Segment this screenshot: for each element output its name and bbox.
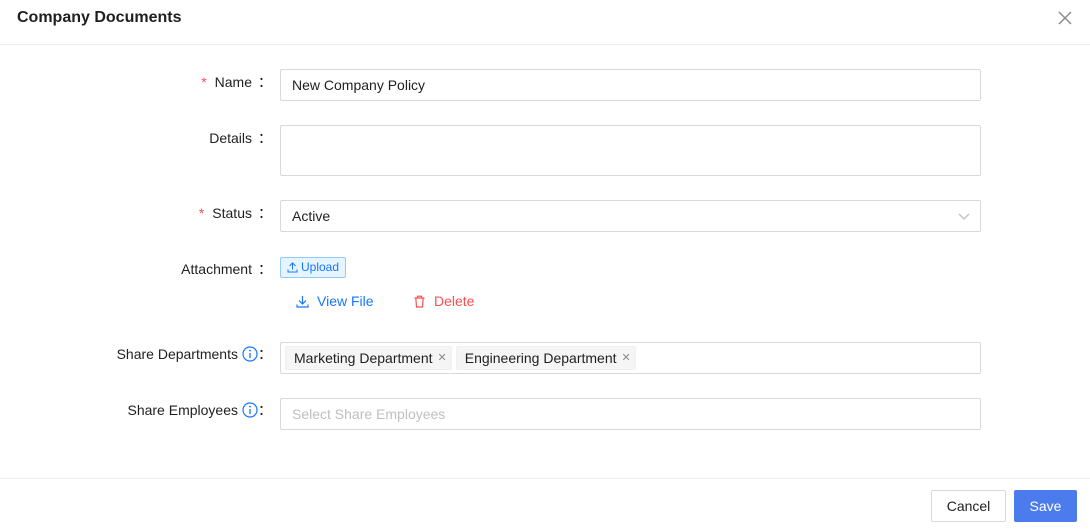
share-departments-label: Share Departments xyxy=(116,346,238,362)
tag-remove-icon[interactable]: ✕ xyxy=(622,352,631,364)
details-label-wrap: Details ： xyxy=(209,128,272,148)
label-colon: ： xyxy=(258,74,272,90)
status-value: Active xyxy=(292,208,331,224)
download-icon xyxy=(296,295,309,308)
details-textarea[interactable] xyxy=(280,125,981,176)
dialog-header: Company Documents xyxy=(0,0,1090,45)
label-colon: ： xyxy=(258,261,272,277)
tag-remove-icon[interactable]: ✕ xyxy=(438,352,447,364)
share-employees-label-wrap: Share Employees ： xyxy=(127,400,272,420)
label-colon: ： xyxy=(258,130,272,146)
info-circle-icon[interactable] xyxy=(242,346,258,362)
name-label-wrap: * Name ： xyxy=(201,72,272,92)
info-circle-icon[interactable] xyxy=(242,402,258,418)
share-employees-label: Share Employees xyxy=(127,402,238,418)
chevron-down-icon xyxy=(958,213,970,220)
dialog-title: Company Documents xyxy=(17,9,182,26)
status-label-wrap: * Status ： xyxy=(199,203,272,223)
details-label: Details xyxy=(209,130,252,146)
required-mark: * xyxy=(198,205,205,221)
tag-label: Engineering Department xyxy=(464,350,617,366)
view-file-label: View File xyxy=(317,293,374,309)
upload-label: Upload xyxy=(301,260,340,274)
close-icon[interactable] xyxy=(1056,9,1074,27)
upload-button[interactable]: Upload xyxy=(280,257,347,278)
share-departments-select[interactable]: Marketing Department ✕ Engineering Depar… xyxy=(280,342,981,374)
share-employees-select[interactable]: Select Share Employees xyxy=(280,398,981,430)
department-tag: Engineering Department ✕ xyxy=(455,346,636,370)
label-colon: ： xyxy=(258,346,272,362)
status-select[interactable]: Active xyxy=(280,200,981,232)
status-label: Status xyxy=(212,205,252,221)
upload-icon xyxy=(287,262,298,273)
attachment-label: Attachment xyxy=(181,261,252,277)
attachment-label-wrap: Attachment ： xyxy=(181,259,272,279)
delete-label: Delete xyxy=(434,293,475,309)
dialog-footer: Cancel Save xyxy=(0,478,1090,530)
label-colon: ： xyxy=(258,402,272,418)
view-file-link[interactable]: View File xyxy=(296,293,374,309)
delete-file-link[interactable]: Delete xyxy=(413,293,474,309)
name-input[interactable]: New Company Policy xyxy=(280,69,981,101)
trash-icon xyxy=(414,295,425,308)
share-employees-placeholder: Select Share Employees xyxy=(292,406,446,422)
tag-label: Marketing Department xyxy=(294,350,433,366)
label-colon: ： xyxy=(258,205,272,221)
save-button[interactable]: Save xyxy=(1014,490,1077,522)
cancel-button[interactable]: Cancel xyxy=(931,490,1006,522)
department-tag: Marketing Department ✕ xyxy=(285,346,452,370)
share-departments-label-wrap: Share Departments ： xyxy=(117,344,272,364)
required-mark: * xyxy=(201,74,207,90)
name-label: Name xyxy=(214,74,252,90)
